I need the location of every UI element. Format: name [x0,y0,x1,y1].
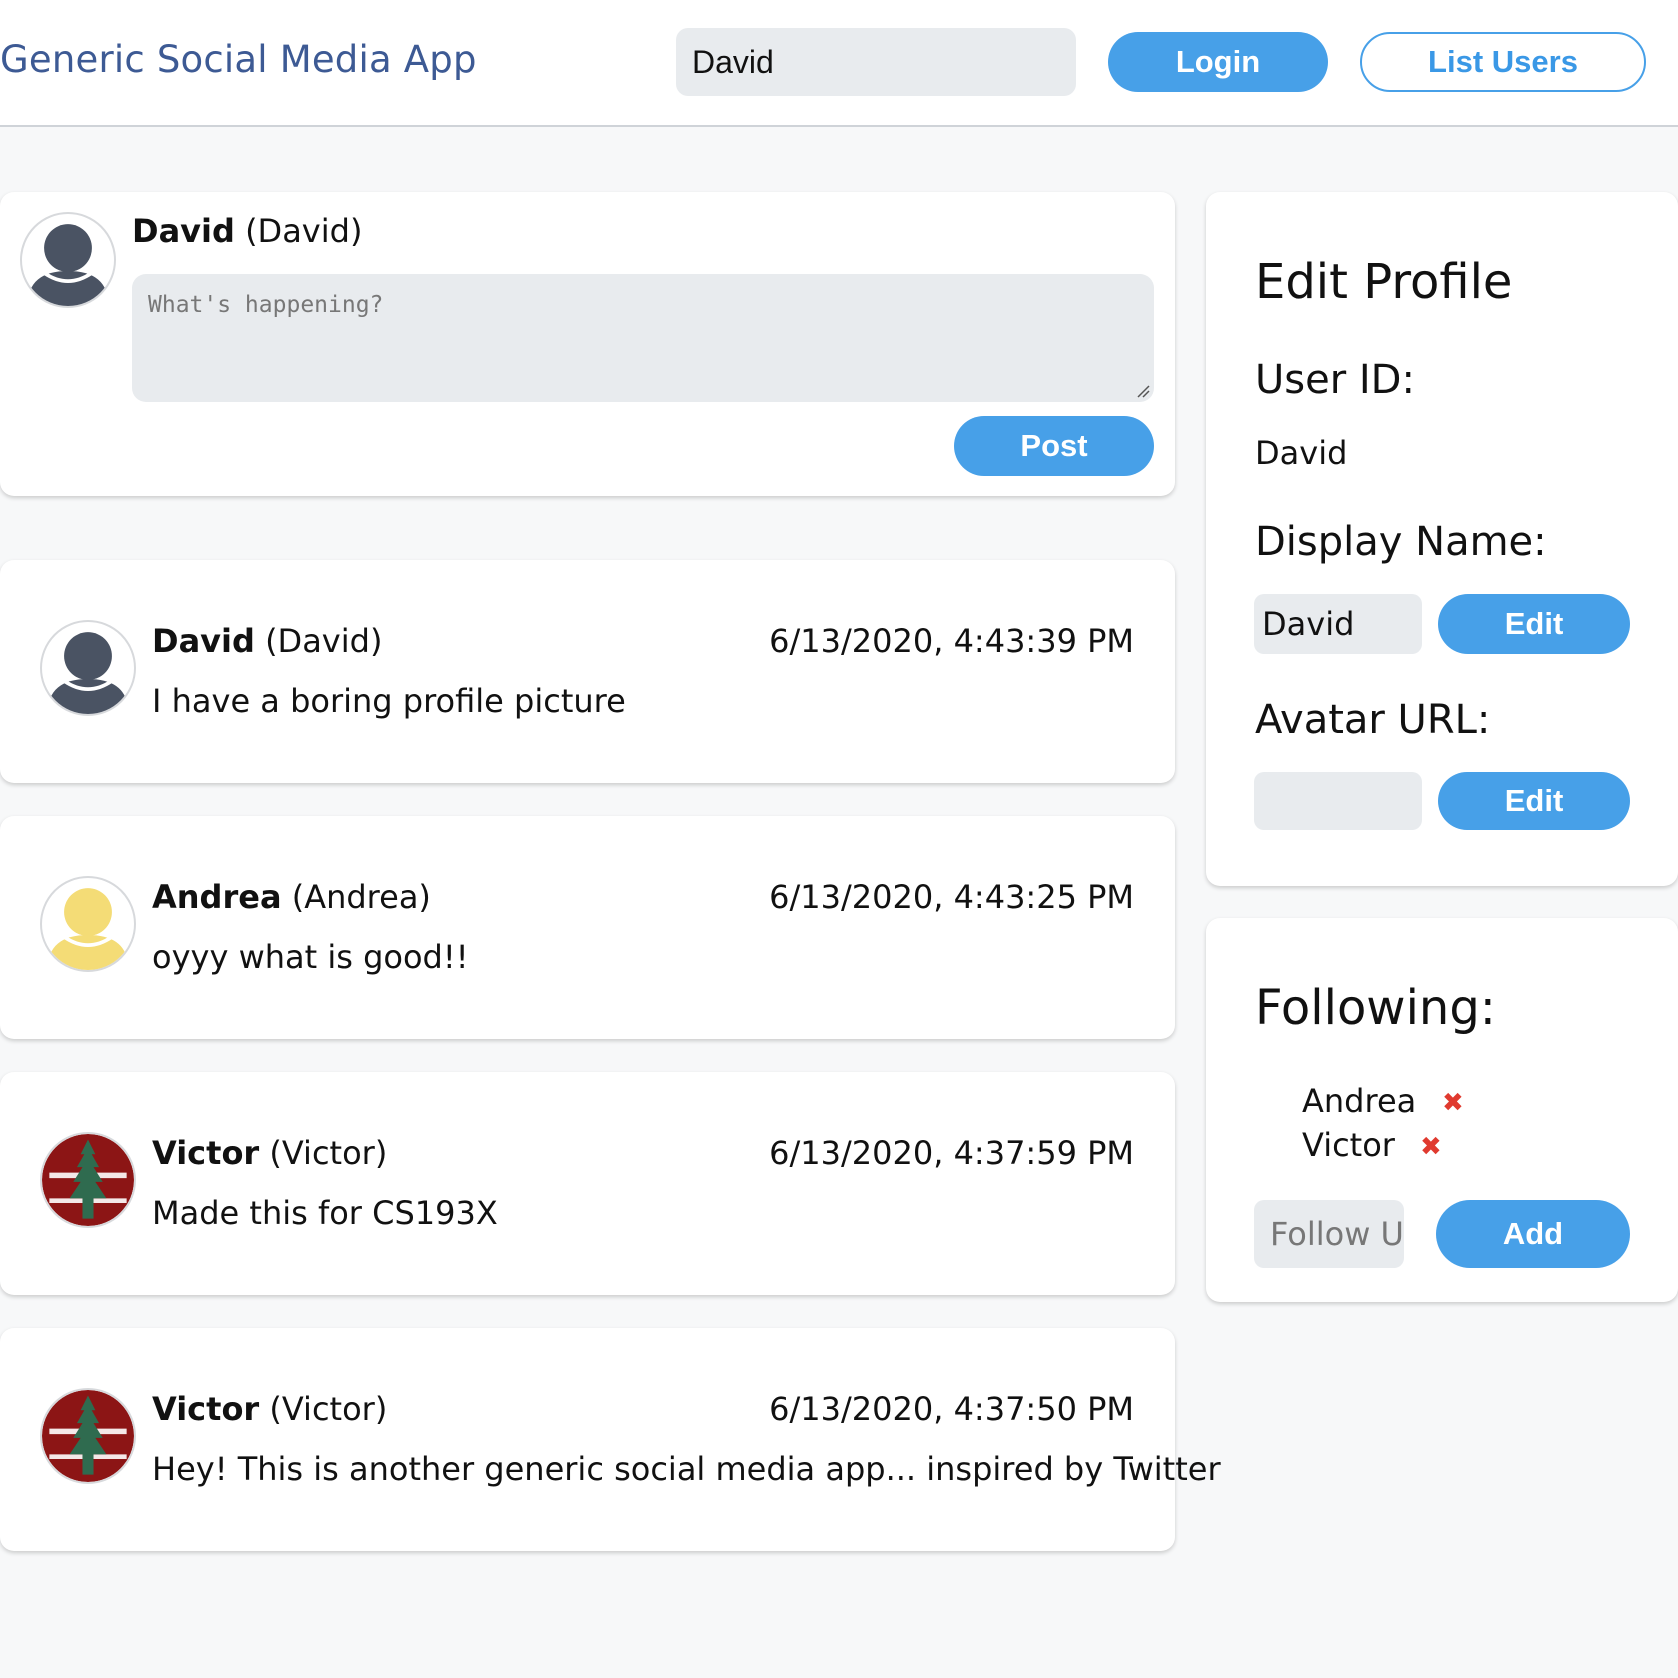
stanford-tree-logo-icon [40,1388,136,1484]
post-card: Victor (Victor) 6/13/2020, 4:37:50 PM He… [0,1328,1221,1551]
user-id-label: User ID: [1255,357,1415,403]
post-card: David (David) 6/13/2020, 4:43:39 PM I ha… [0,560,1175,783]
edit-display-name-button[interactable]: Edit [1438,594,1630,654]
post-timestamp: 6/13/2020, 4:43:39 PM [769,622,1134,660]
list-users-button[interactable]: List Users [1360,32,1646,92]
stanford-tree-logo-icon [40,1132,136,1228]
resize-grip-icon[interactable] [1136,384,1150,398]
post-author: Victor (Victor) [152,1390,387,1428]
composer-display-name: David [132,212,235,250]
post-card: Victor (Victor) 6/13/2020, 4:37:59 PM Ma… [0,1072,1175,1295]
following-user-name: Victor [1302,1126,1395,1164]
edit-avatar-url-button[interactable]: Edit [1438,772,1630,830]
post-timestamp: 6/13/2020, 4:37:59 PM [769,1134,1134,1172]
user-id-value: David [1255,434,1348,472]
following-card: Following: Andrea ✖ Victor ✖ Add [1206,918,1678,1302]
post-user-id: (Victor) [269,1390,388,1428]
avatar-url-input[interactable] [1254,772,1422,830]
following-heading: Following: [1255,980,1496,1036]
post-timestamp: 6/13/2020, 4:37:50 PM [769,1390,1134,1428]
edit-profile-card: Edit Profile User ID: David Display Name… [1206,192,1678,886]
unfollow-x-icon[interactable]: ✖ [1442,1088,1464,1118]
top-nav-bar: Generic Social Media App Login List User… [0,0,1678,127]
login-button[interactable]: Login [1108,32,1328,92]
post-display-name: Victor [152,1390,260,1428]
default-avatar-icon [40,620,136,716]
post-display-name: David [152,622,255,660]
post-display-name: Andrea [152,878,282,916]
add-follow-button[interactable]: Add [1436,1200,1630,1268]
display-name-label: Display Name: [1255,519,1547,565]
composer-author: David (David) [132,212,362,250]
post-text: Hey! This is another generic social medi… [152,1450,1221,1488]
app-title: Generic Social Media App [0,38,477,81]
post-text: I have a boring profile picture [152,682,626,720]
post-user-id: (Andrea) [291,878,431,916]
edit-profile-heading: Edit Profile [1255,254,1513,310]
post-card: Andrea (Andrea) 6/13/2020, 4:43:25 PM oy… [0,816,1175,1039]
default-avatar-icon [20,212,116,308]
post-author: Andrea (Andrea) [152,878,431,916]
post-user-id: (Victor) [269,1134,388,1172]
compose-textarea[interactable] [132,274,1154,402]
unfollow-x-icon[interactable]: ✖ [1420,1132,1442,1162]
post-user-id: (David) [265,622,383,660]
post-author: David (David) [152,622,382,660]
yellow-avatar-icon [40,876,136,972]
follow-user-input[interactable] [1254,1200,1404,1268]
post-display-name: Victor [152,1134,260,1172]
login-user-input[interactable] [676,28,1076,96]
following-user-name: Andrea [1302,1082,1417,1120]
avatar-url-label: Avatar URL: [1255,697,1491,743]
display-name-input[interactable] [1254,594,1422,654]
post-button[interactable]: Post [954,416,1154,476]
post-author: Victor (Victor) [152,1134,387,1172]
compose-card: David (David) Post [0,192,1175,496]
post-timestamp: 6/13/2020, 4:43:25 PM [769,878,1134,916]
post-text: oyyy what is good!! [152,938,469,976]
post-text: Made this for CS193X [152,1194,498,1232]
composer-user-id: (David) [245,212,363,250]
